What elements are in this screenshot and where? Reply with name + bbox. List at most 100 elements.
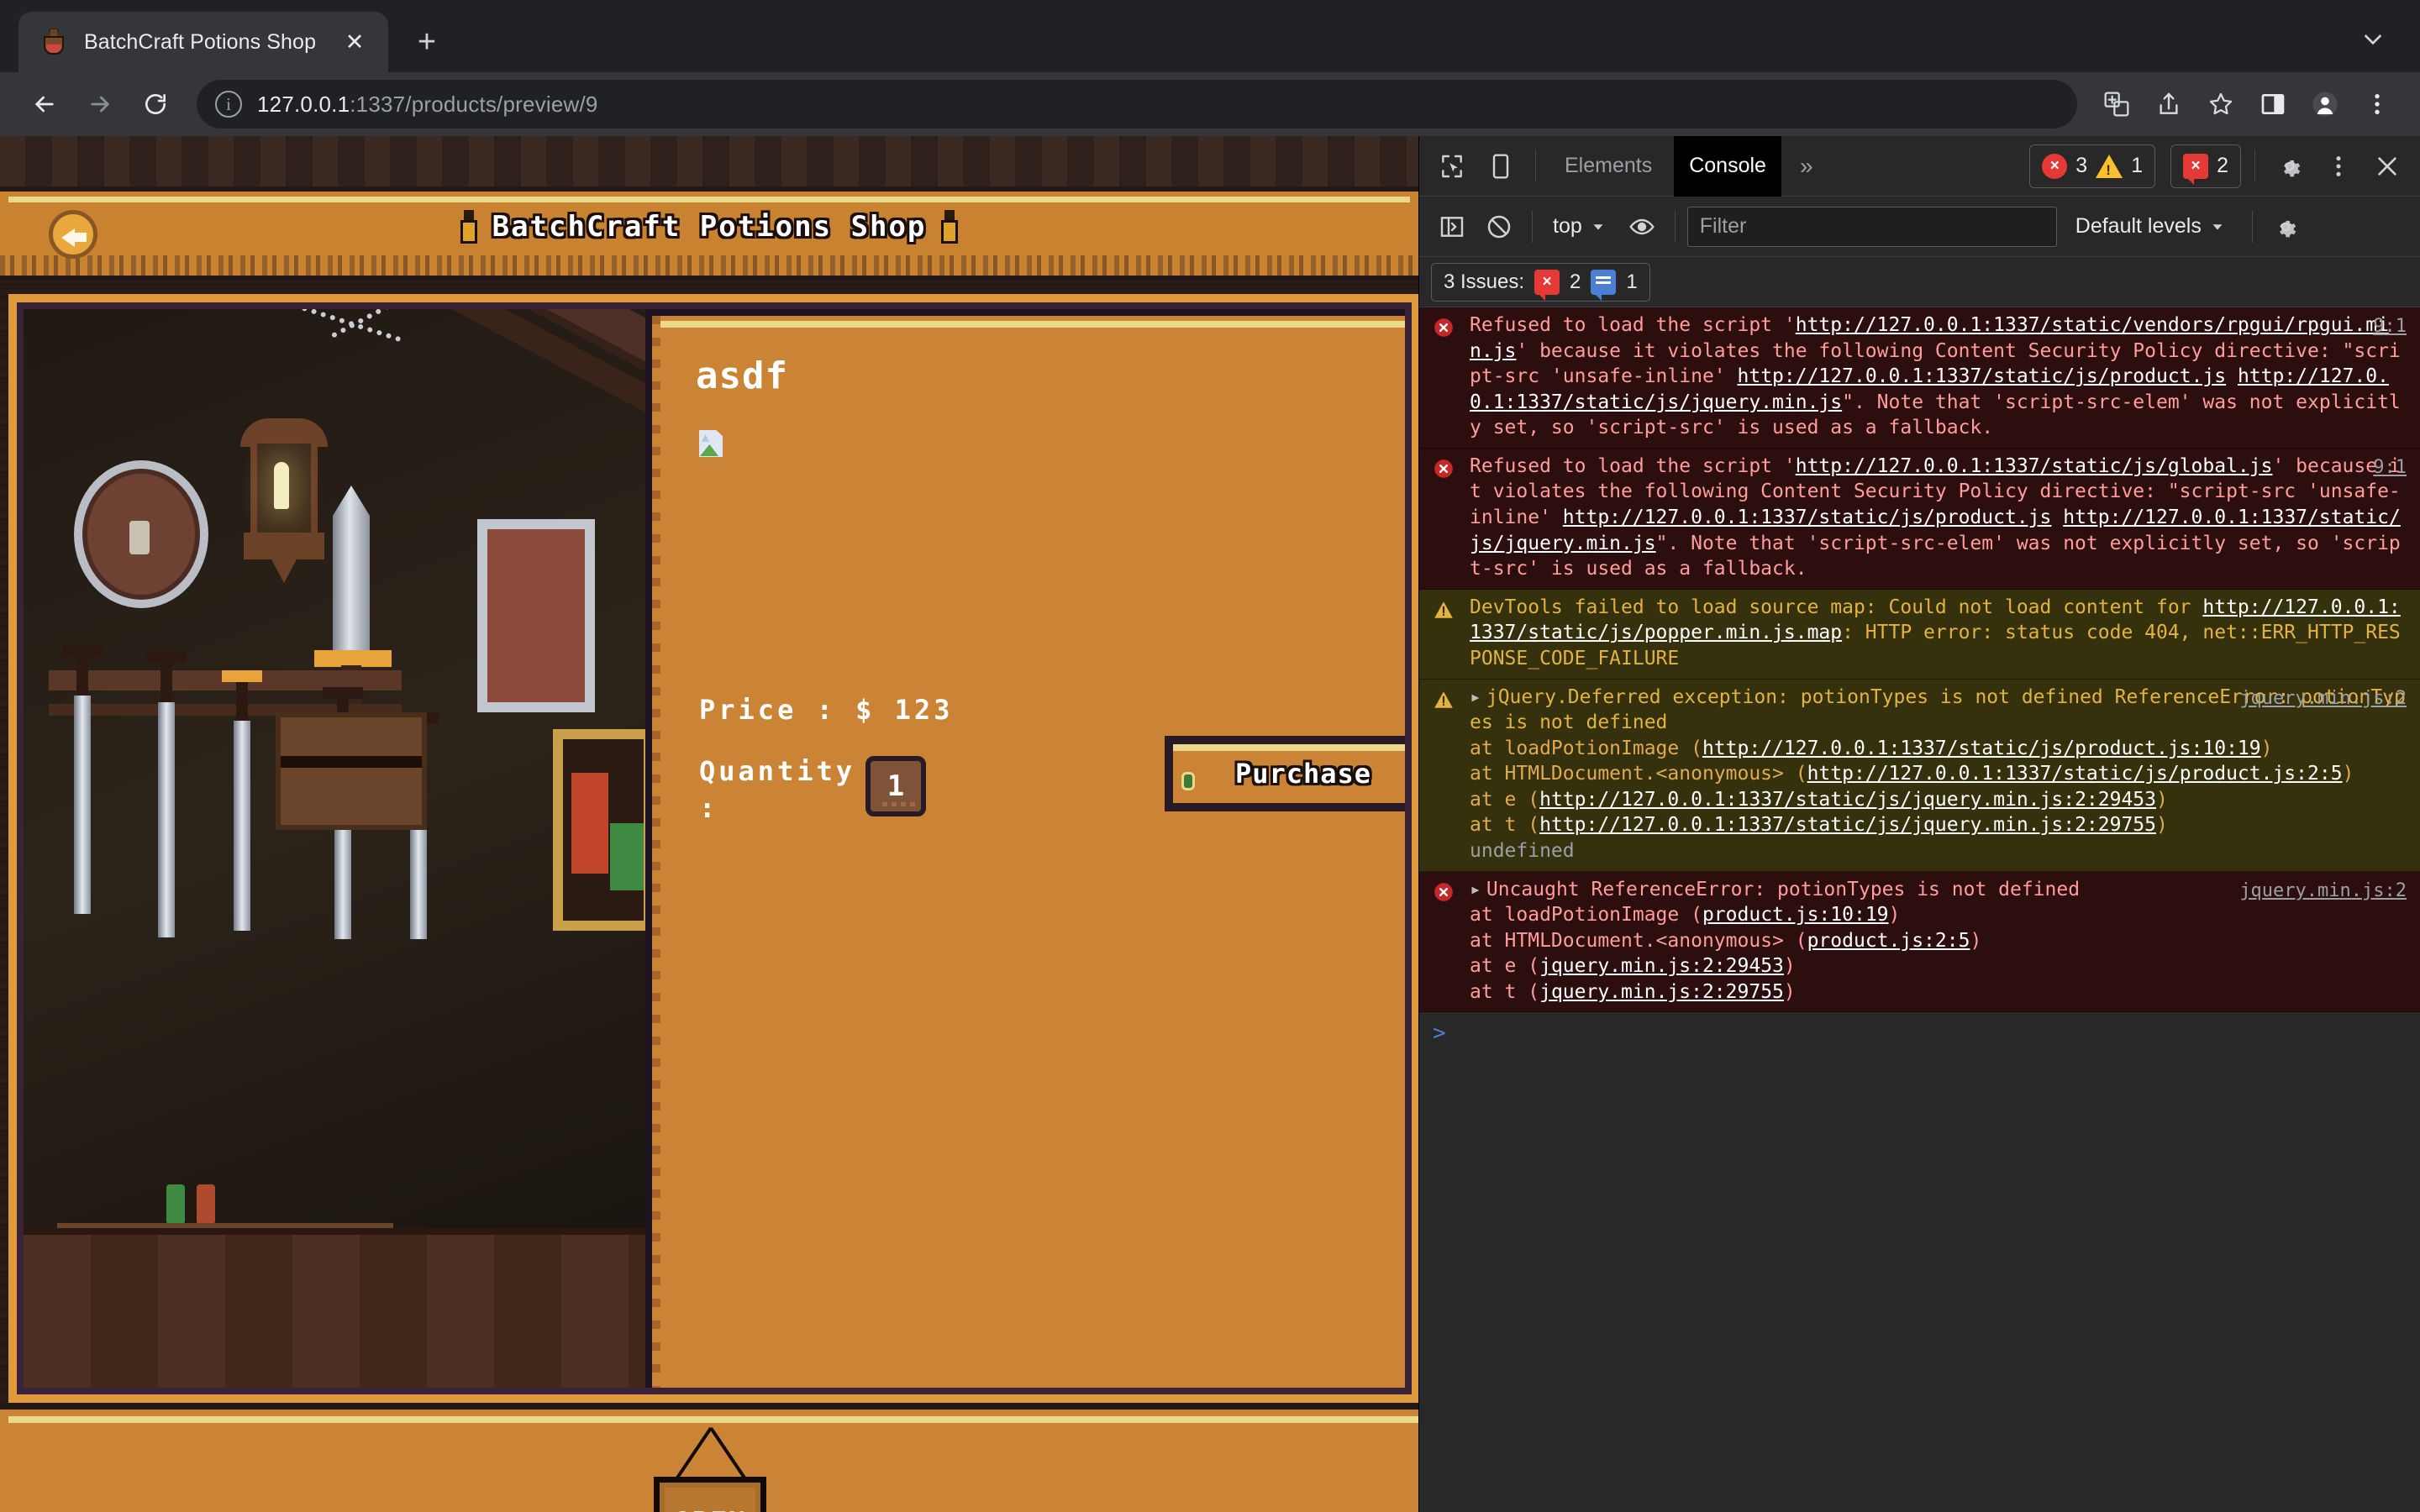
gear-icon[interactable]	[2269, 145, 2311, 187]
stack-frame-link[interactable]: http://127.0.0.1:1337/static/js/jquery.m…	[1539, 789, 2156, 811]
browser-tab[interactable]: BatchCraft Potions Shop ✕	[18, 12, 388, 72]
warning-icon	[1433, 595, 1458, 672]
back-arrow-button[interactable]	[49, 210, 97, 259]
stack-frame-link[interactable]: jquery.min.js:2:29755	[1539, 981, 1784, 1003]
issues-summary-bar[interactable]: 3 Issues: × 2 1	[1419, 257, 2420, 307]
quantity-input[interactable]: 1	[865, 756, 926, 816]
browser-toolbar: i 127.0.0.1:1337/products/preview/9	[0, 72, 2420, 136]
console-filter-input[interactable]: Filter	[1686, 206, 2057, 247]
web-page-content: BatchCraft Potions Shop asdf Price: $ 1…	[0, 136, 1418, 1512]
tab-title: BatchCraft Potions Shop	[84, 29, 317, 54]
console-message-source[interactable]: 9:1	[2373, 314, 2407, 339]
stack-frame-link[interactable]: product.js:10:19	[1702, 904, 1889, 926]
stack-frame-link[interactable]: http://127.0.0.1:1337/static/js/product.…	[1702, 738, 2261, 759]
stack-frame: at HTMLDocument.<anonymous> (product.js:…	[1470, 928, 2407, 954]
side-panel-icon[interactable]	[2249, 80, 2297, 129]
devtools-panel: Elements Console » × 3 1 × 2	[1418, 135, 2420, 1512]
stack-frame-tail: )	[2260, 737, 2273, 759]
browser-window: BatchCraft Potions Shop ✕ + i 127.0.0.1:…	[0, 0, 2420, 1512]
console-prompt[interactable]: >	[1419, 1012, 2420, 1054]
console-link[interactable]: http://127.0.0.1:1337/static/js/product.…	[1563, 507, 2052, 528]
console-message-text: DevTools failed to load source map: Coul…	[1470, 595, 2407, 672]
stack-frame: at loadPotionImage (product.js:10:19)	[1470, 902, 2407, 928]
bookmark-star-icon[interactable]	[2196, 80, 2245, 129]
stack-frame-tail: )	[1888, 904, 1901, 927]
console-link[interactable]: http://127.0.0.1:1337/static/js/global.j…	[1796, 455, 2273, 477]
stack-frame-link[interactable]: product.js:2:5	[1807, 930, 1970, 952]
expand-arrow-icon[interactable]: ▸	[1470, 877, 1481, 903]
device-toolbar-icon[interactable]	[1480, 145, 1522, 187]
reload-button[interactable]	[129, 78, 182, 130]
expand-arrow-icon[interactable]: ▸	[1470, 685, 1481, 711]
console-message-source[interactable]: jquery.min.js:2	[2239, 879, 2407, 903]
console-message-error[interactable]: ▸ Uncaught ReferenceError: potionTypes is…	[1419, 871, 2420, 1013]
console-settings-icon[interactable]	[2265, 206, 2307, 248]
chrome-menu-icon[interactable]	[2353, 80, 2402, 129]
forward-button[interactable]	[74, 78, 126, 130]
issues-counter[interactable]: × 2	[2170, 144, 2241, 188]
close-tab-icon[interactable]: ✕	[339, 27, 370, 57]
profile-avatar-icon[interactable]	[2301, 80, 2349, 129]
wall-painting	[553, 729, 654, 931]
tab-strip: BatchCraft Potions Shop ✕ +	[0, 0, 2420, 72]
console-message-text: Refused to load the script 'http://127.0…	[1470, 454, 2407, 582]
divider-4	[1674, 210, 1676, 243]
stack-frame-link[interactable]: http://127.0.0.1:1337/static/js/product.…	[1807, 763, 2343, 785]
stack-frame-function: at e (	[1470, 788, 1540, 811]
url-host: 127.0.0.1	[257, 91, 350, 117]
broken-image-icon	[699, 430, 723, 457]
console-sidebar-icon[interactable]	[1431, 206, 1473, 248]
close-icon[interactable]	[2366, 145, 2408, 187]
stack-frame: at HTMLDocument.<anonymous> (http://127.…	[1470, 761, 2407, 787]
console-message-source[interactable]: jquery.min.js:2	[2239, 686, 2407, 711]
chevron-down-icon[interactable]	[2348, 13, 2398, 64]
console-message-warn[interactable]: ▸ jQuery.Deferred exception: potionTypes …	[1419, 679, 2420, 872]
stack-frame-link[interactable]: http://127.0.0.1:1337/static/js/jquery.m…	[1539, 814, 2156, 836]
clear-console-icon[interactable]	[1478, 206, 1520, 248]
stack-frame-tail: )	[1970, 929, 1982, 952]
address-bar[interactable]: i 127.0.0.1:1337/products/preview/9	[197, 80, 2077, 129]
more-options-icon[interactable]	[2317, 145, 2360, 187]
execution-context-selector[interactable]: top	[1544, 214, 1616, 239]
execution-context-label: top	[1553, 214, 1582, 238]
console-message-warn[interactable]: DevTools failed to load source map: Coul…	[1419, 589, 2420, 680]
stack-frame-tail: )	[1783, 980, 1796, 1003]
more-tabs-icon[interactable]: »	[1788, 153, 1825, 180]
share-icon[interactable]	[2144, 80, 2193, 129]
product-detail-panel: asdf Price : $ 123 Quantity : 1 Purchase	[645, 309, 1405, 1388]
log-levels-dropdown[interactable]: Default levels	[2062, 214, 2240, 239]
error-warning-counter[interactable]: × 3 1	[2029, 144, 2156, 188]
issues-label: 3 Issues:	[1444, 270, 1525, 293]
console-message-source[interactable]: 9:1	[2373, 455, 2407, 480]
info-icon[interactable]: i	[215, 91, 242, 118]
inspect-element-icon[interactable]	[1431, 145, 1473, 187]
crate-icon	[276, 712, 427, 830]
purchase-button[interactable]: Purchase	[1165, 736, 1405, 811]
potion-icon-left	[460, 210, 477, 244]
issue-info-badge-icon	[1591, 269, 1617, 301]
new-tab-button[interactable]: +	[403, 18, 450, 66]
live-expression-icon[interactable]	[1621, 206, 1663, 248]
console-link[interactable]: http://127.0.0.1:1337/static/js/product.…	[1738, 365, 2227, 387]
button-stud-left	[1181, 772, 1195, 790]
stack-frame: at t (jquery.min.js:2:29755)	[1470, 979, 2407, 1005]
console-message-error[interactable]: Refused to load the script 'http://127.0…	[1419, 448, 2420, 590]
console-message-text: ▸ jQuery.Deferred exception: potionTypes …	[1470, 685, 2407, 864]
divider-5	[2251, 210, 2253, 243]
back-button[interactable]	[18, 78, 71, 130]
stack-frame-function: at loadPotionImage (	[1470, 737, 1702, 759]
url-text: 127.0.0.1:1337/products/preview/9	[257, 92, 598, 118]
console-prompt-symbol: >	[1433, 1021, 1446, 1047]
stack-frame-link[interactable]: jquery.min.js:2:29453	[1539, 955, 1784, 977]
translate-icon[interactable]	[2092, 80, 2141, 129]
issues-chip[interactable]: 3 Issues: × 2 1	[1431, 262, 1650, 302]
tab-elements[interactable]: Elements	[1549, 144, 1667, 188]
tab-console[interactable]: Console	[1674, 135, 1781, 197]
open-sign-text: OPEN	[654, 1477, 766, 1512]
url-path: :1337/products/preview/9	[350, 91, 598, 117]
console-trailer: undefined	[1470, 839, 1575, 862]
shop-content-inner: asdf Price : $ 123 Quantity : 1 Purchase	[24, 309, 1405, 1388]
stack-frame-function: at HTMLDocument.<anonymous> (	[1470, 763, 1807, 785]
console-message-error[interactable]: Refused to load the script 'http://127.0…	[1419, 307, 2420, 449]
